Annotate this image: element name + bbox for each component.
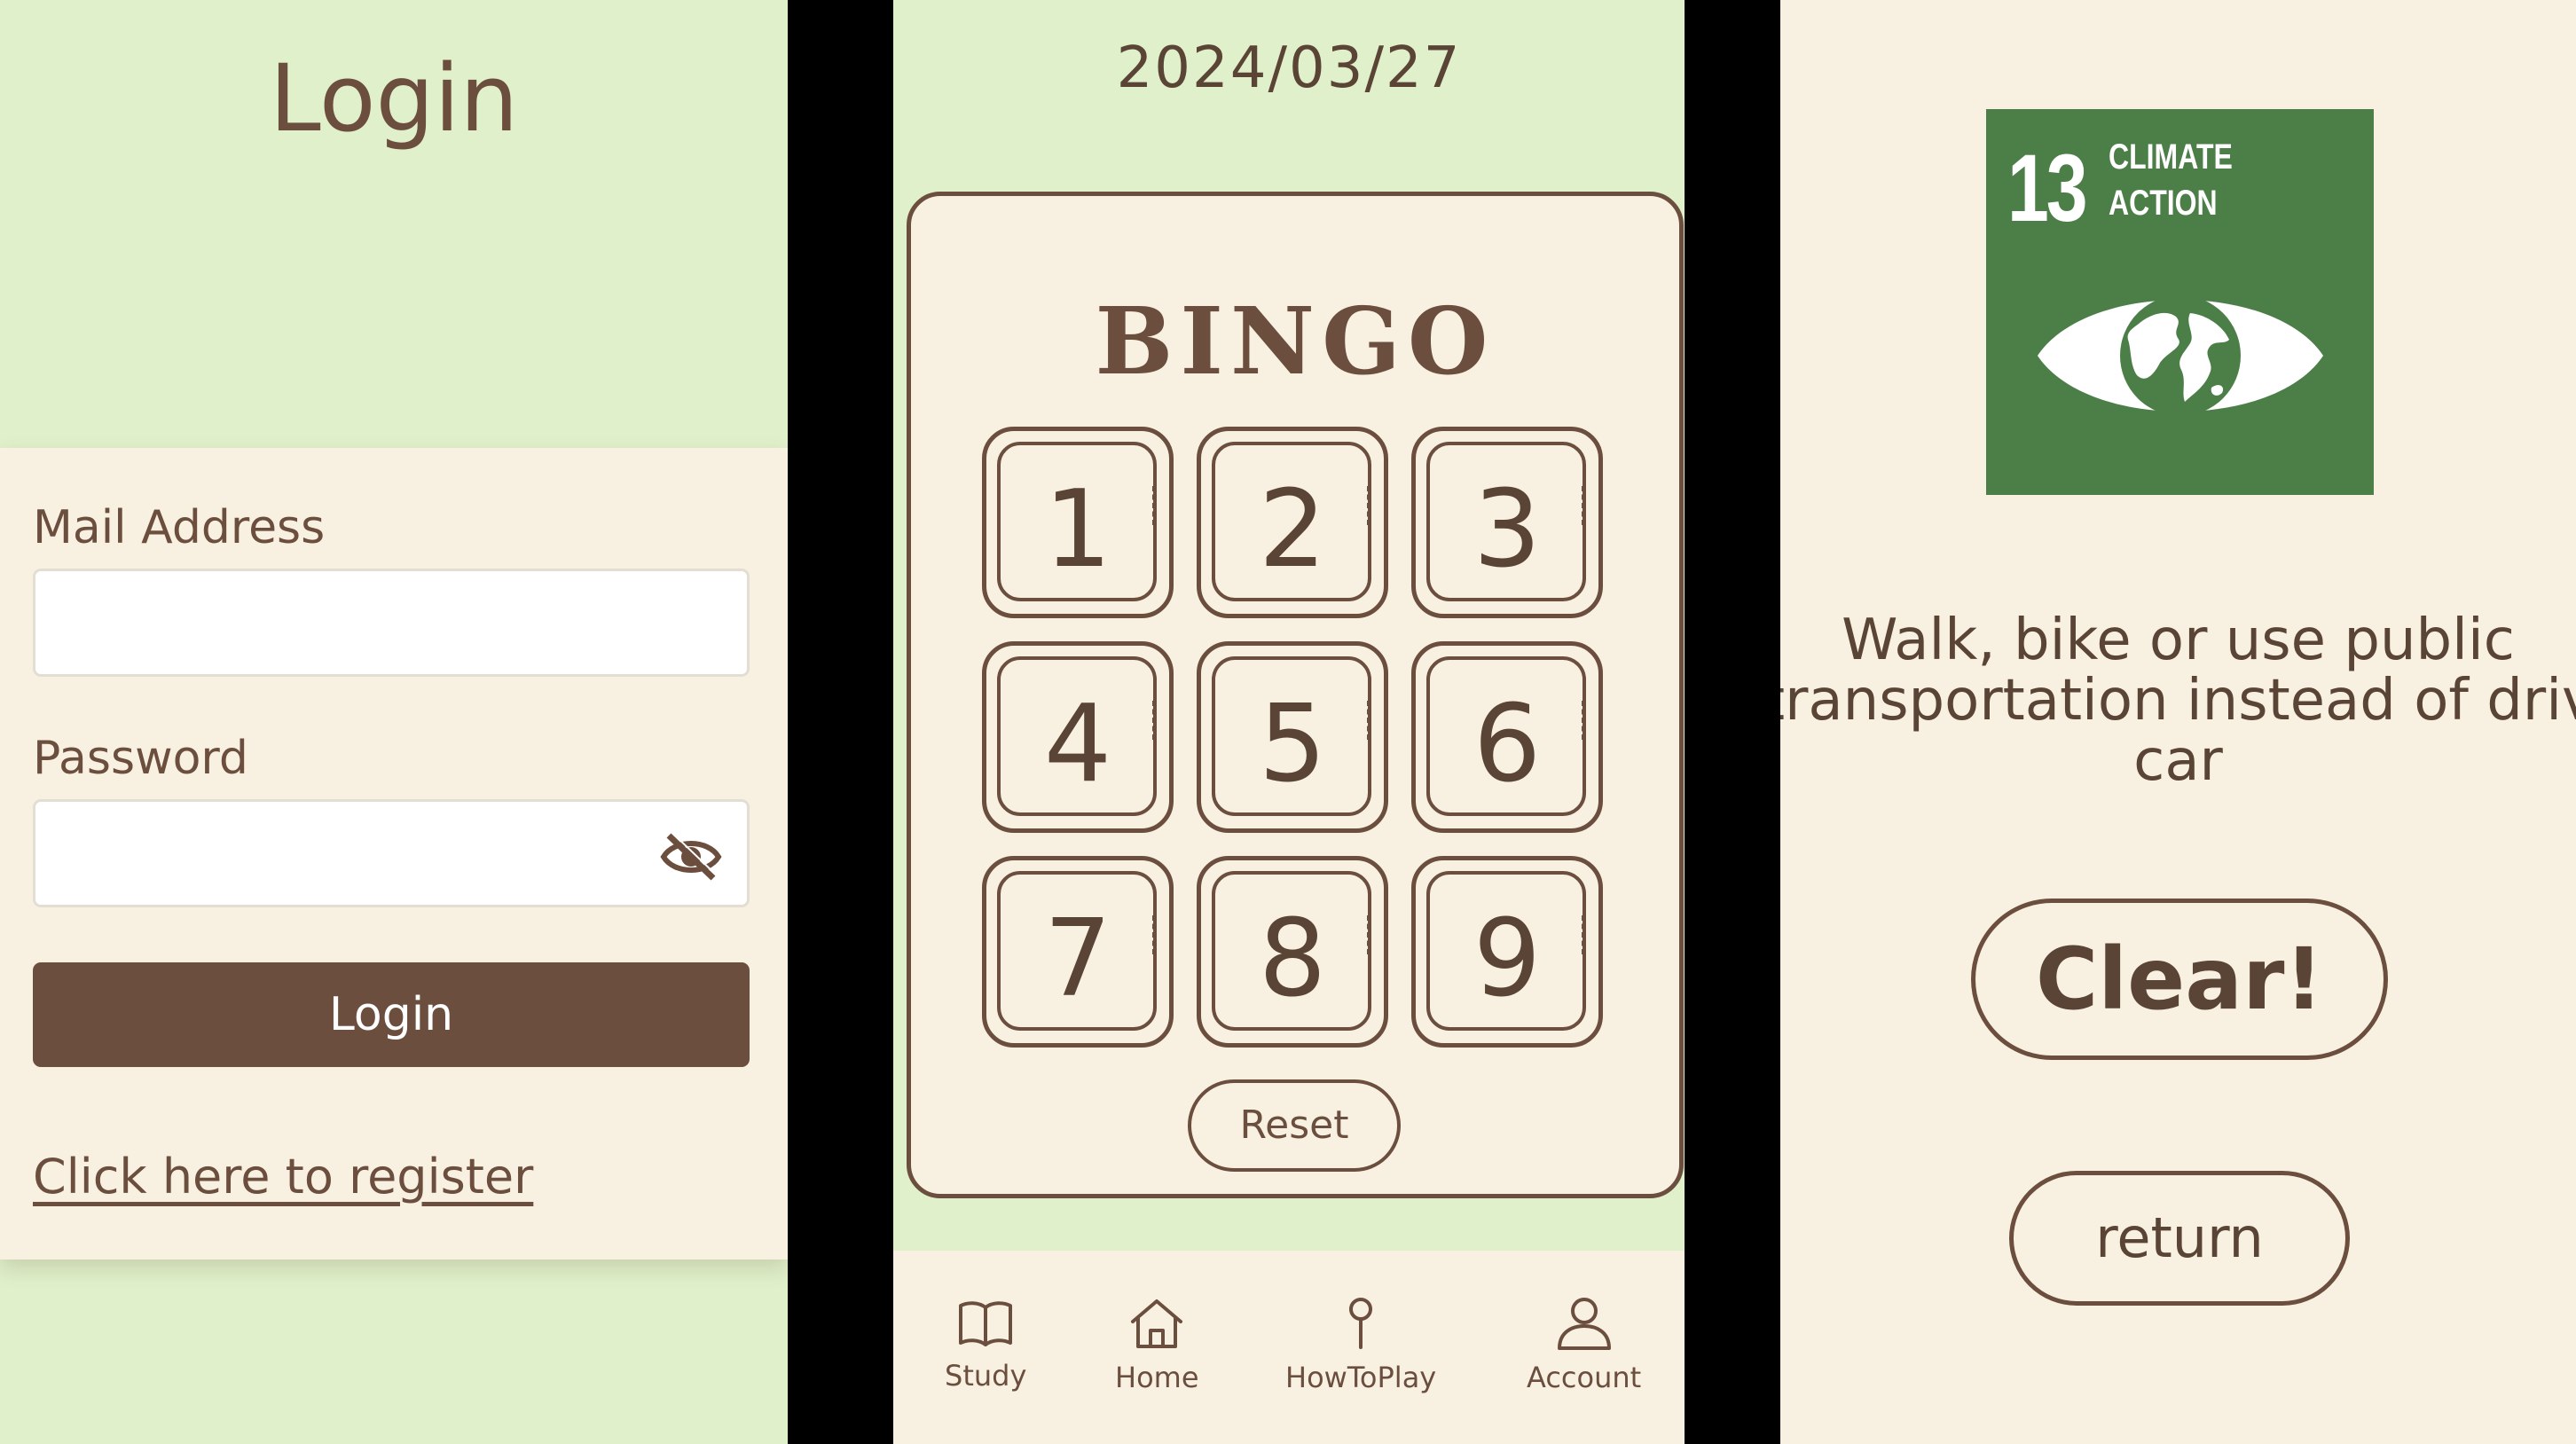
nav-item-study[interactable]: Study [945, 1297, 1026, 1393]
nav-item-account[interactable]: Account [1527, 1297, 1641, 1394]
password-input[interactable] [33, 799, 750, 907]
result-screen: 13 CLIMATE ACTION Walk, bike or use publ… [1780, 0, 2576, 1444]
bingo-cell-number: 4 [1043, 683, 1112, 806]
nav-label-study: Study [945, 1359, 1027, 1393]
nav-label-howtoplay: HowToPlay [1285, 1361, 1437, 1394]
bingo-cell-1[interactable]: 1 [982, 427, 1174, 618]
nav-label-home: Home [1115, 1361, 1199, 1394]
register-link[interactable]: Click here to register [33, 1149, 533, 1205]
bingo-cell-2[interactable]: 2 [1197, 427, 1388, 618]
login-form: Mail Address Password Login Click here t… [0, 448, 788, 1260]
bingo-cell-3[interactable]: 3 [1411, 427, 1603, 618]
clear-button[interactable]: Clear! [1971, 899, 2388, 1060]
bingo-board: BINGO 1 2 3 4 5 6 7 8 9 Reset [907, 192, 1684, 1198]
bingo-cell-5[interactable]: 5 [1197, 641, 1388, 833]
bottom-nav: Study Home HowToPlay Account [893, 1251, 1685, 1444]
bingo-cell-4[interactable]: 4 [982, 641, 1174, 833]
sdg-number: 13 [2007, 134, 2088, 241]
bingo-cell-number: 8 [1258, 898, 1327, 1021]
sdg-13-climate-action-logo: 13 CLIMATE ACTION [1986, 109, 2374, 495]
bingo-cell-number: 7 [1043, 898, 1112, 1021]
bingo-cell-number: 3 [1473, 468, 1542, 592]
eye-off-icon[interactable] [660, 832, 722, 882]
bingo-cell-number: 1 [1043, 468, 1112, 592]
reset-button[interactable]: Reset [1188, 1079, 1401, 1172]
sdg-label: CLIMATE ACTION [2109, 137, 2233, 223]
bingo-cell-number: 2 [1258, 468, 1327, 592]
bingo-cell-6[interactable]: 6 [1411, 641, 1603, 833]
bingo-screen: 2024/03/27 BINGO 1 2 3 4 5 6 7 8 9 Reset… [893, 0, 1685, 1444]
bingo-title: BINGO [1095, 286, 1496, 396]
eye-globe-icon [2038, 295, 2323, 416]
result-message: Walk, bike or use public transportation … [1780, 608, 2576, 794]
nav-item-home[interactable]: Home [1115, 1297, 1199, 1394]
user-icon [1557, 1298, 1611, 1350]
login-button[interactable]: Login [33, 962, 750, 1067]
mail-address-label: Mail Address [33, 501, 326, 554]
bingo-cell-number: 9 [1473, 898, 1542, 1021]
bingo-cell-7[interactable]: 7 [982, 856, 1174, 1048]
bingo-cell-8[interactable]: 8 [1197, 856, 1388, 1048]
home-icon [1131, 1299, 1183, 1348]
bingo-cell-number: 6 [1473, 683, 1542, 806]
nav-label-account: Account [1527, 1361, 1642, 1394]
login-screen: Login Mail Address Password Login Click … [0, 0, 788, 1444]
pin-icon [1349, 1298, 1373, 1349]
nav-item-howtoplay[interactable]: HowToPlay [1285, 1297, 1436, 1394]
bingo-date: 2024/03/27 [1116, 35, 1462, 101]
book-icon [959, 1301, 1013, 1346]
password-label: Password [33, 732, 248, 785]
bingo-cell-number: 5 [1258, 683, 1327, 806]
login-title: Login [269, 44, 519, 153]
bingo-cell-9[interactable]: 9 [1411, 856, 1603, 1048]
return-button[interactable]: return [2009, 1171, 2350, 1306]
mail-address-input[interactable] [33, 569, 750, 677]
